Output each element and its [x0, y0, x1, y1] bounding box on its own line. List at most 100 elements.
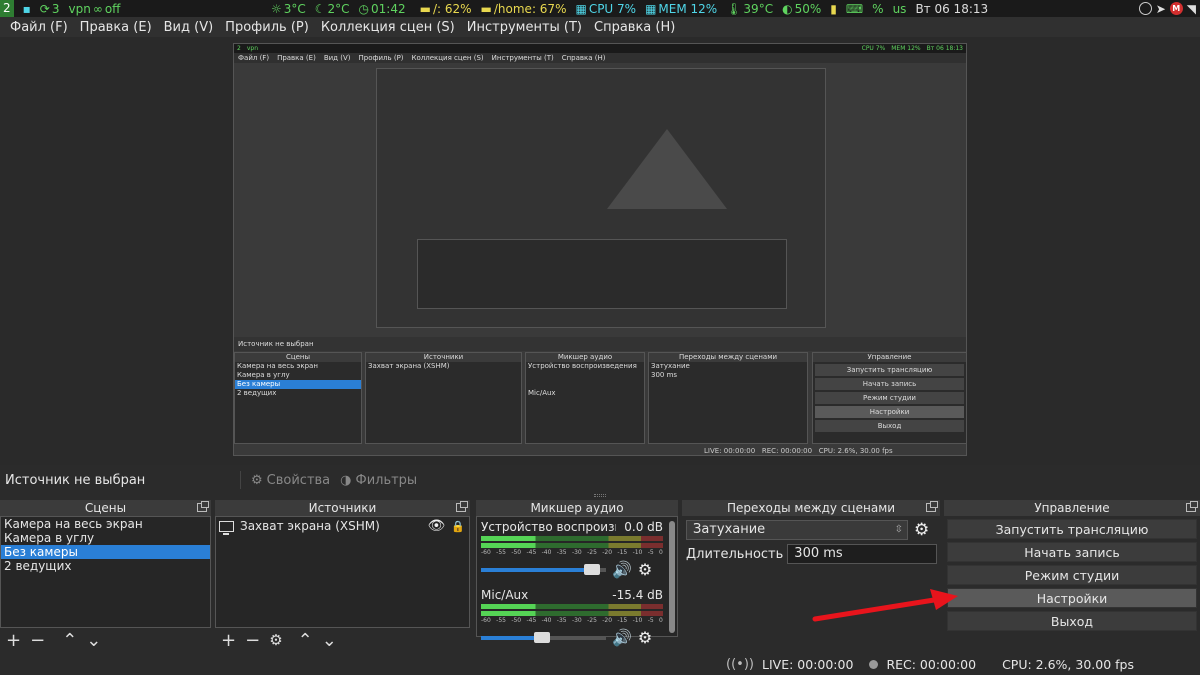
refresh-icon: ⟳	[39, 1, 50, 16]
transitions-dock-title: Переходы между сценами	[682, 500, 940, 516]
speaker-icon[interactable]: 🔊	[612, 628, 632, 647]
arrow-head	[930, 589, 958, 610]
disk-root-widget: ▬/: 62%	[419, 1, 472, 16]
wifi-icon[interactable]: ◥	[1187, 2, 1196, 16]
scene-transitions-dock: Переходы между сценами Затухание ⇳ ⚙ Дли…	[682, 500, 954, 653]
mail-icon[interactable]: M	[1169, 2, 1183, 15]
percent-widget: %	[872, 1, 884, 16]
undock-icon[interactable]	[197, 501, 209, 512]
volume-slider-handle[interactable]	[583, 563, 600, 575]
minus-icon[interactable]: −	[30, 630, 45, 651]
volume-slider-handle[interactable]	[533, 631, 550, 643]
menu-view[interactable]: Вид (V)	[164, 20, 214, 35]
eye-icon[interactable]: 👁	[428, 518, 446, 534]
speaker-icon[interactable]: 🔊	[612, 560, 632, 579]
menu-tools[interactable]: Инструменты (T)	[467, 20, 582, 35]
settings-button[interactable]: Настройки	[947, 588, 1197, 608]
nested-capture-docks	[417, 239, 787, 309]
duration-label: Длительность	[686, 546, 784, 562]
cpu-icon: ▦	[575, 1, 587, 16]
mixer-channel-desktop: Устройство воспроизведения0.0 dB -60-55-…	[481, 520, 663, 579]
nested-capture	[376, 68, 826, 328]
thermometer-icon: 🌡	[726, 1, 742, 16]
duration-spinbox[interactable]: 300 ms ⇳	[787, 544, 954, 564]
vpn-widget[interactable]: vpn ∞ off	[68, 2, 120, 16]
date-time[interactable]: Вт 06 18:13	[915, 2, 988, 16]
cpu-fps: CPU: 2.6%, 30.00 fps	[1002, 657, 1134, 672]
start-streaming-button[interactable]: Запустить трансляцию	[947, 519, 1197, 539]
updown-icon: ⇳	[894, 524, 903, 535]
mixer-panel: Устройство воспроизведения0.0 dB -60-55-…	[476, 516, 678, 647]
undock-icon[interactable]	[926, 501, 938, 512]
undock-icon[interactable]	[1186, 501, 1198, 512]
transition-select[interactable]: Затухание ⇳	[686, 520, 908, 540]
arrow-shaft	[812, 597, 937, 622]
start-recording-button[interactable]: Начать запись	[947, 542, 1197, 562]
gear-icon: ⚙	[251, 472, 263, 488]
updates-widget[interactable]: ⟳ 3	[40, 2, 60, 16]
scene-item[interactable]: Камера в углу	[1, 531, 210, 545]
volume-meter	[481, 611, 663, 616]
captured-source-bar: Источник не выбран	[234, 337, 966, 351]
volume-meter	[481, 536, 663, 541]
scene-item-selected[interactable]: Без камеры	[1, 545, 210, 559]
weather-widget-2: ☾ 2°C	[314, 1, 350, 16]
keyboard-layout[interactable]: us	[893, 2, 907, 16]
chevron-up-icon[interactable]: ⌃	[298, 630, 313, 651]
brightness-icon: ▮	[830, 1, 837, 16]
monitor-icon	[219, 520, 234, 535]
sun-icon: ☼	[270, 1, 282, 16]
mixer-scrollbar[interactable]	[669, 521, 675, 633]
source-item[interactable]: Захват экрана (XSHM) 👁 🔒	[216, 517, 469, 535]
chevron-down-icon[interactable]: ⌄	[322, 630, 337, 651]
menu-file[interactable]: Файл (F)	[10, 20, 68, 35]
audio-mixer-dock: Микшер аудио Устройство воспроизведения0…	[476, 500, 678, 653]
battery-widget: ◐ 50%	[782, 1, 822, 16]
workspace-indicator[interactable]: 2	[0, 0, 14, 17]
plus-icon[interactable]: +	[6, 630, 21, 651]
volume-slider[interactable]	[481, 563, 606, 575]
link-icon: ∞	[92, 1, 103, 16]
mem-widget: ▦ MEM 12%	[645, 1, 718, 16]
drive-icon: ▬	[419, 1, 431, 16]
studio-mode-button[interactable]: Режим студии	[947, 565, 1197, 585]
sources-toolbar: + − ⚙ ⌃ ⌄	[215, 628, 470, 652]
divider	[240, 471, 241, 489]
menu-scene-collection[interactable]: Коллекция сцен (S)	[321, 20, 455, 35]
properties-button[interactable]: ⚙ Свойства	[251, 473, 330, 488]
scenes-toolbar: + − ⌃ ⌄	[0, 628, 211, 652]
weather-widget-1: ☼ 3°C	[270, 1, 306, 16]
controls-dock: Управление Запустить трансляцию Начать з…	[944, 500, 1200, 653]
recursive-capture-shape	[607, 129, 727, 209]
gear-icon[interactable]: ⚙	[638, 560, 652, 579]
no-source-label: Источник не выбран	[5, 472, 146, 488]
volume-slider[interactable]	[481, 631, 606, 643]
live-broadcast-icon: ((•))	[726, 657, 754, 672]
resize-handle[interactable]	[594, 494, 606, 497]
minus-icon[interactable]: −	[245, 630, 260, 651]
memory-icon: ▦	[645, 1, 657, 16]
preview-canvas[interactable]: 2 vpn CPU 7% MEM 12% Вт 06 18:13 Файл (F…	[0, 37, 1200, 465]
filters-button[interactable]: ◑ Фильтры	[340, 473, 417, 488]
battery-icon: ◐	[782, 1, 793, 16]
gear-icon[interactable]: ⚙	[914, 520, 929, 540]
chevron-up-icon[interactable]: ⌃	[62, 630, 77, 651]
menu-edit[interactable]: Правка (E)	[80, 20, 152, 35]
gear-icon[interactable]: ⚙	[638, 628, 652, 647]
exit-button[interactable]: Выход	[947, 611, 1197, 631]
plus-icon[interactable]: +	[221, 630, 236, 651]
preview-screen-capture: 2 vpn CPU 7% MEM 12% Вт 06 18:13 Файл (F…	[233, 43, 967, 456]
menu-profile[interactable]: Профиль (P)	[225, 20, 309, 35]
undock-icon[interactable]	[456, 501, 468, 512]
gear-icon[interactable]: ⚙	[269, 631, 282, 649]
lock-icon[interactable]: 🔒	[451, 520, 465, 533]
scene-item[interactable]: Камера на весь экран	[1, 517, 210, 531]
scene-item[interactable]: 2 ведущих	[1, 559, 210, 573]
menu-help[interactable]: Справка (H)	[594, 20, 675, 35]
sources-list: Захват экрана (XSHM) 👁 🔒	[215, 516, 470, 628]
folder-icon: ▪	[22, 1, 31, 16]
obs-tray-icon[interactable]	[1138, 2, 1152, 15]
chevron-down-icon[interactable]: ⌄	[86, 630, 101, 651]
scenes-dock: Сцены Камера на весь экран Камера в углу…	[0, 500, 211, 653]
telegram-icon[interactable]: ➤	[1156, 2, 1166, 16]
